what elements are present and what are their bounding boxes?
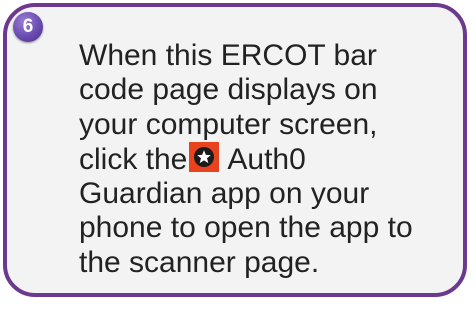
step-number-badge: 6 xyxy=(13,12,43,42)
auth0-guardian-app-icon xyxy=(189,141,220,172)
instruction-text-segment: Auth0 xyxy=(227,142,306,176)
instruction-line: your computer screen, xyxy=(79,107,378,141)
instruction-line: phone to open the app to xyxy=(79,211,413,245)
instruction-text: When this ERCOT bar code page displays o… xyxy=(79,39,459,280)
instruction-text-segment: click the xyxy=(79,142,188,176)
instruction-line: code page displays on xyxy=(79,73,378,107)
instruction-line-with-icon: click the Auth0 xyxy=(79,141,459,177)
instruction-callout: 6 When this ERCOT bar code page displays… xyxy=(3,3,467,297)
instruction-line: Guardian app on your xyxy=(79,177,370,211)
instruction-line: When this ERCOT bar xyxy=(79,39,377,72)
instruction-line: the scanner page. xyxy=(79,245,320,279)
